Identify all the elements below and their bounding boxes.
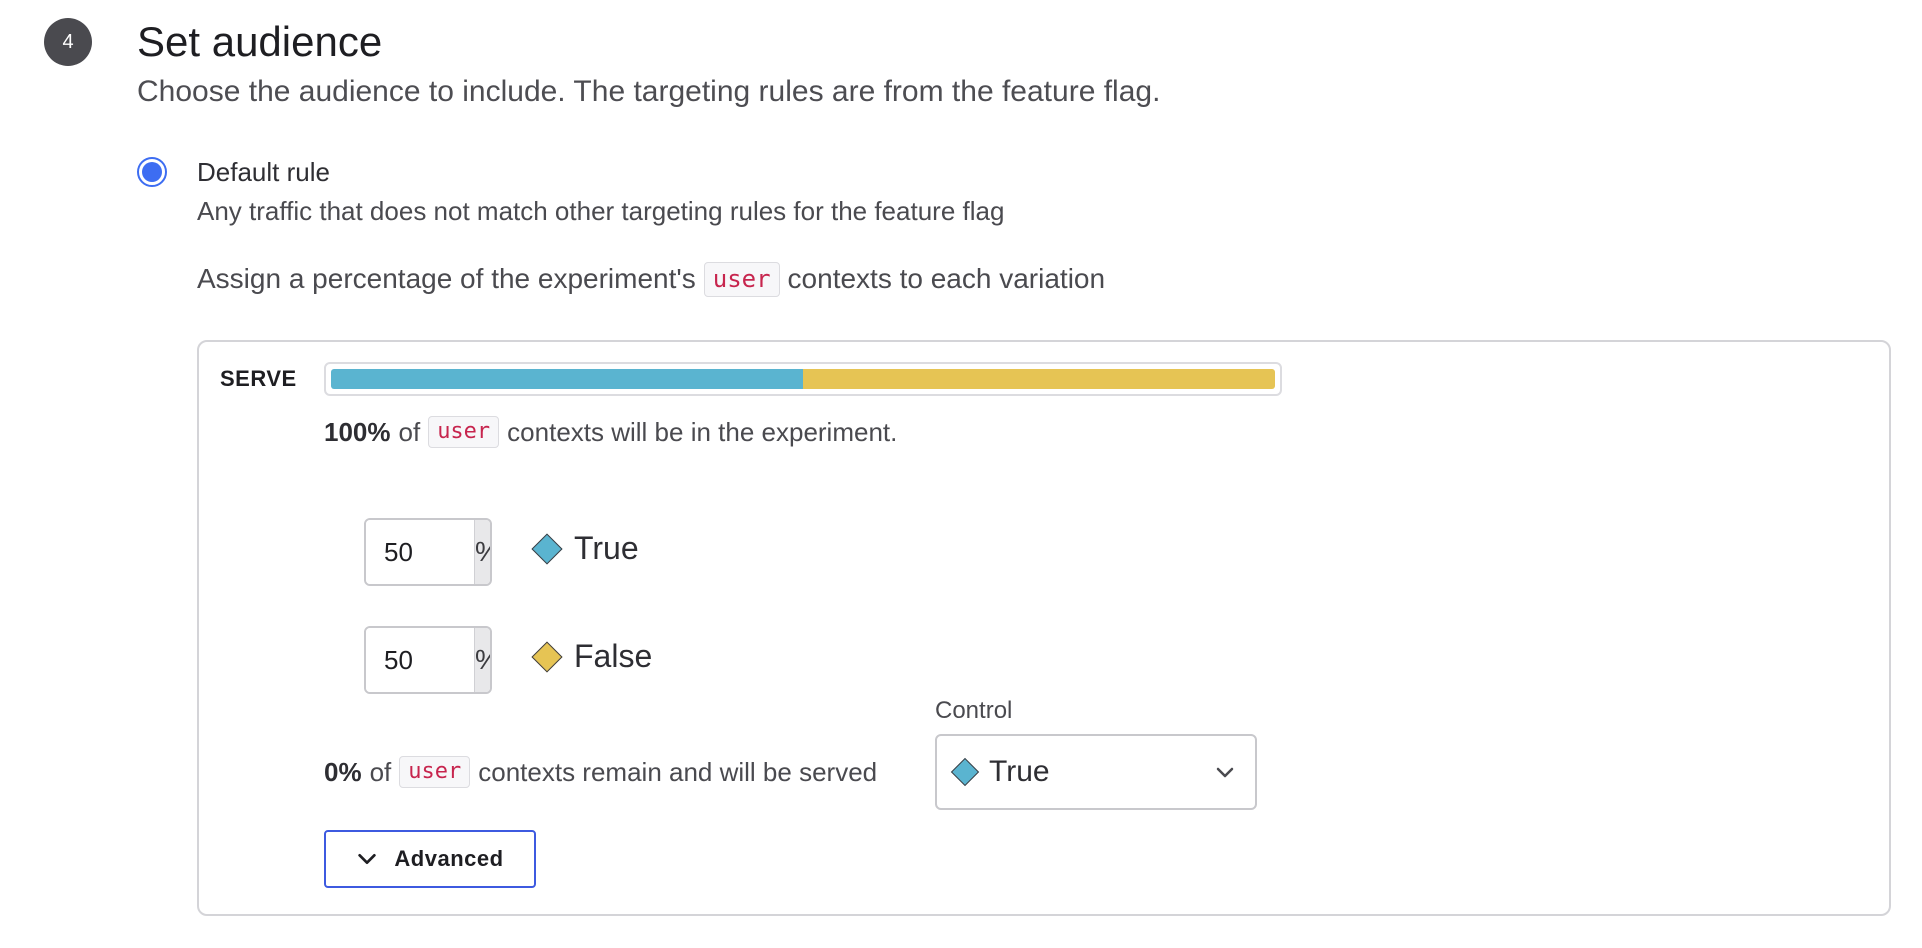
advanced-toggle-button[interactable]: Advanced bbox=[324, 830, 536, 888]
remaining-suffix: contexts remain and will be served bbox=[478, 756, 878, 787]
assign-instructions: Assign a percentage of the experiment's … bbox=[197, 262, 1105, 297]
included-suffix: contexts will be in the experiment. bbox=[507, 416, 898, 447]
remaining-context-kind: user bbox=[399, 756, 471, 789]
section-description: Choose the audience to include. The targ… bbox=[137, 75, 1161, 108]
variation-diamond-icon bbox=[531, 532, 563, 565]
allocation-segment-true bbox=[331, 369, 803, 389]
allocation-bar bbox=[324, 362, 1282, 396]
percent-suffix: % bbox=[474, 628, 490, 692]
variation-false-percent-group: % bbox=[364, 626, 492, 694]
variation-true-percent-input[interactable] bbox=[366, 520, 474, 584]
variation-true-name: True bbox=[574, 530, 639, 566]
variation-false: False bbox=[531, 638, 653, 675]
assign-suffix: contexts to each variation bbox=[787, 263, 1106, 295]
control-variation-select[interactable]: True bbox=[935, 734, 1257, 810]
default-rule-radio[interactable] bbox=[137, 157, 167, 187]
variation-false-name: False bbox=[574, 638, 653, 674]
variation-diamond-icon bbox=[950, 757, 980, 787]
variation-false-percent-input[interactable] bbox=[366, 628, 474, 692]
default-rule-description: Any traffic that does not match other ta… bbox=[197, 196, 1005, 226]
variation-true-percent-group: % bbox=[364, 518, 492, 586]
serve-label: SERVE bbox=[220, 366, 297, 391]
remaining-summary: 0% of user contexts remain and will be s… bbox=[324, 756, 878, 789]
included-context-kind: user bbox=[428, 416, 500, 449]
remaining-percent: 0% bbox=[324, 756, 362, 787]
allocation-segment-false bbox=[803, 369, 1275, 389]
chevron-down-icon bbox=[358, 853, 377, 865]
included-summary: 100% of user contexts will be in the exp… bbox=[324, 416, 898, 449]
included-percent: 100% bbox=[324, 416, 391, 447]
step-number-badge: 4 bbox=[44, 18, 92, 66]
serve-panel: SERVE 100% of user contexts will be in t… bbox=[197, 340, 1891, 916]
default-rule-label[interactable]: Default rule bbox=[197, 155, 330, 189]
section-title: Set audience bbox=[137, 18, 383, 65]
radio-selected-dot bbox=[142, 162, 162, 182]
control-selected-value: True bbox=[989, 755, 1050, 788]
context-kind-code: user bbox=[703, 262, 780, 297]
control-label: Control bbox=[935, 697, 1013, 724]
remaining-of: of bbox=[369, 756, 392, 787]
advanced-label: Advanced bbox=[394, 846, 504, 871]
included-of: of bbox=[398, 416, 421, 447]
assign-prefix: Assign a percentage of the experiment's bbox=[197, 263, 696, 295]
variation-true: True bbox=[531, 530, 639, 567]
chevron-down-icon bbox=[1216, 767, 1234, 778]
variation-diamond-icon bbox=[531, 640, 563, 673]
percent-suffix: % bbox=[474, 520, 490, 584]
